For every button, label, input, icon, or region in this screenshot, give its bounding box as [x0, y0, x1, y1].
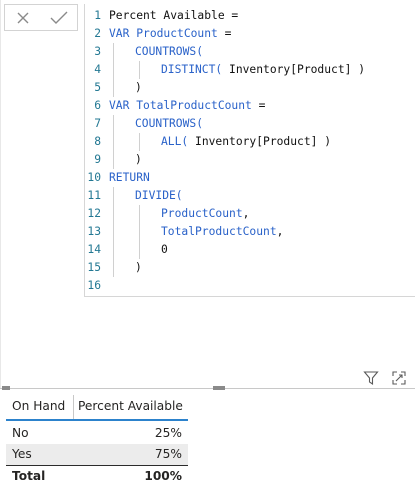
table-total-row[interactable]: Total 100% — [6, 465, 188, 487]
code-token: ) — [135, 261, 142, 274]
indent-guide — [139, 205, 140, 259]
code-token: DIVIDE( — [135, 189, 183, 202]
code-text: ) — [135, 259, 142, 277]
cell-on-hand: Yes — [12, 447, 32, 461]
code-text: DIVIDE( — [135, 187, 183, 205]
code-token: ProductCount — [136, 27, 218, 40]
code-text: VAR TotalProductCount = — [109, 97, 265, 115]
code-token: COUNTROWS( — [135, 45, 204, 58]
line-number: 14 — [87, 243, 101, 256]
line-number: 6 — [94, 99, 101, 112]
code-text: DISTINCT( Inventory[Product] ) — [161, 61, 365, 79]
code-token: Inventory[Product] ) — [188, 135, 332, 148]
code-token: VAR — [109, 99, 137, 112]
indent-guide — [113, 115, 114, 169]
line-number: 4 — [94, 63, 101, 76]
column-separator[interactable] — [73, 395, 74, 419]
total-label: Total — [12, 469, 46, 483]
resize-handle-top[interactable] — [213, 386, 225, 390]
code-token: ) — [135, 153, 142, 166]
line-number: 15 — [87, 261, 101, 274]
line-number: 13 — [87, 225, 101, 238]
line-number: 7 — [94, 117, 101, 130]
filter-button[interactable] — [363, 370, 379, 390]
cell-percent: 25% — [154, 426, 182, 440]
code-token: , — [242, 207, 250, 220]
code-text: ProductCount, — [161, 205, 249, 223]
indent-guide — [113, 187, 114, 277]
close-icon — [17, 12, 29, 23]
commit-button[interactable] — [41, 5, 77, 30]
code-token: , — [276, 225, 284, 238]
code-text: TotalProductCount, — [161, 223, 283, 241]
indent-guide — [139, 61, 140, 79]
cell-on-hand: No — [12, 426, 29, 440]
cell-percent: 75% — [154, 447, 182, 461]
line-number: 12 — [87, 207, 101, 220]
indent-guide — [139, 133, 140, 151]
line-number: 8 — [94, 135, 101, 148]
code-text: ) — [135, 151, 142, 169]
code-token: COUNTROWS( — [135, 117, 204, 130]
code-token: Inventory[Product] ) — [222, 63, 366, 76]
focus-mode-icon — [392, 371, 406, 385]
resize-handle-left[interactable] — [2, 386, 10, 390]
code-token: VAR — [109, 27, 137, 40]
column-header-percent-available[interactable]: Percent Available — [78, 396, 183, 416]
total-percent: 100% — [144, 469, 182, 483]
table-header-row: On Hand Percent Available — [6, 395, 188, 421]
line-number: 5 — [94, 81, 101, 94]
line-number: 1 — [94, 9, 101, 22]
code-token: 0 — [161, 243, 168, 256]
code-token: ProductCount — [161, 207, 243, 220]
code-text: 0 — [161, 241, 168, 259]
filter-icon — [363, 371, 379, 386]
code-token: TotalProductCount — [136, 99, 252, 112]
canvas-left-edge — [0, 0, 1, 388]
line-number: 2 — [94, 27, 101, 40]
code-token: TotalProductCount — [161, 225, 277, 238]
line-number: 16 — [87, 279, 101, 292]
code-text: COUNTROWS( — [135, 115, 203, 133]
code-token: ) — [135, 81, 142, 94]
table-row[interactable]: No 25% — [6, 423, 188, 444]
line-number: 11 — [87, 189, 101, 202]
line-number: 3 — [94, 45, 101, 58]
dax-formula-editor[interactable]: 1 Percent Available = 2 VAR ProductCount = 3… — [84, 4, 415, 297]
checkmark-icon — [50, 11, 68, 24]
code-text: RETURN — [109, 169, 150, 187]
code-token: DISTINCT( — [161, 63, 223, 76]
cancel-button[interactable] — [5, 5, 41, 30]
line-number: 9 — [94, 153, 101, 166]
code-token: = — [251, 99, 266, 112]
code-text: ) — [135, 79, 142, 97]
code-text: Percent Available = — [109, 7, 238, 25]
code-token: = — [217, 27, 232, 40]
code-token: ALL( — [161, 135, 189, 148]
code-text: VAR ProductCount = — [109, 25, 231, 43]
code-text: COUNTROWS( — [135, 43, 203, 61]
visual-top-border — [0, 388, 415, 389]
code-token: RETURN — [109, 171, 150, 184]
indent-guide — [113, 43, 114, 97]
table-row[interactable]: Yes 75% — [6, 444, 188, 465]
code-token: Percent Available = — [109, 9, 239, 22]
line-number: 10 — [87, 171, 101, 184]
column-header-on-hand[interactable]: On Hand — [12, 396, 65, 416]
focus-mode-button[interactable] — [391, 370, 407, 390]
code-text: ALL( Inventory[Product] ) — [161, 133, 331, 151]
formula-actions — [4, 4, 78, 31]
